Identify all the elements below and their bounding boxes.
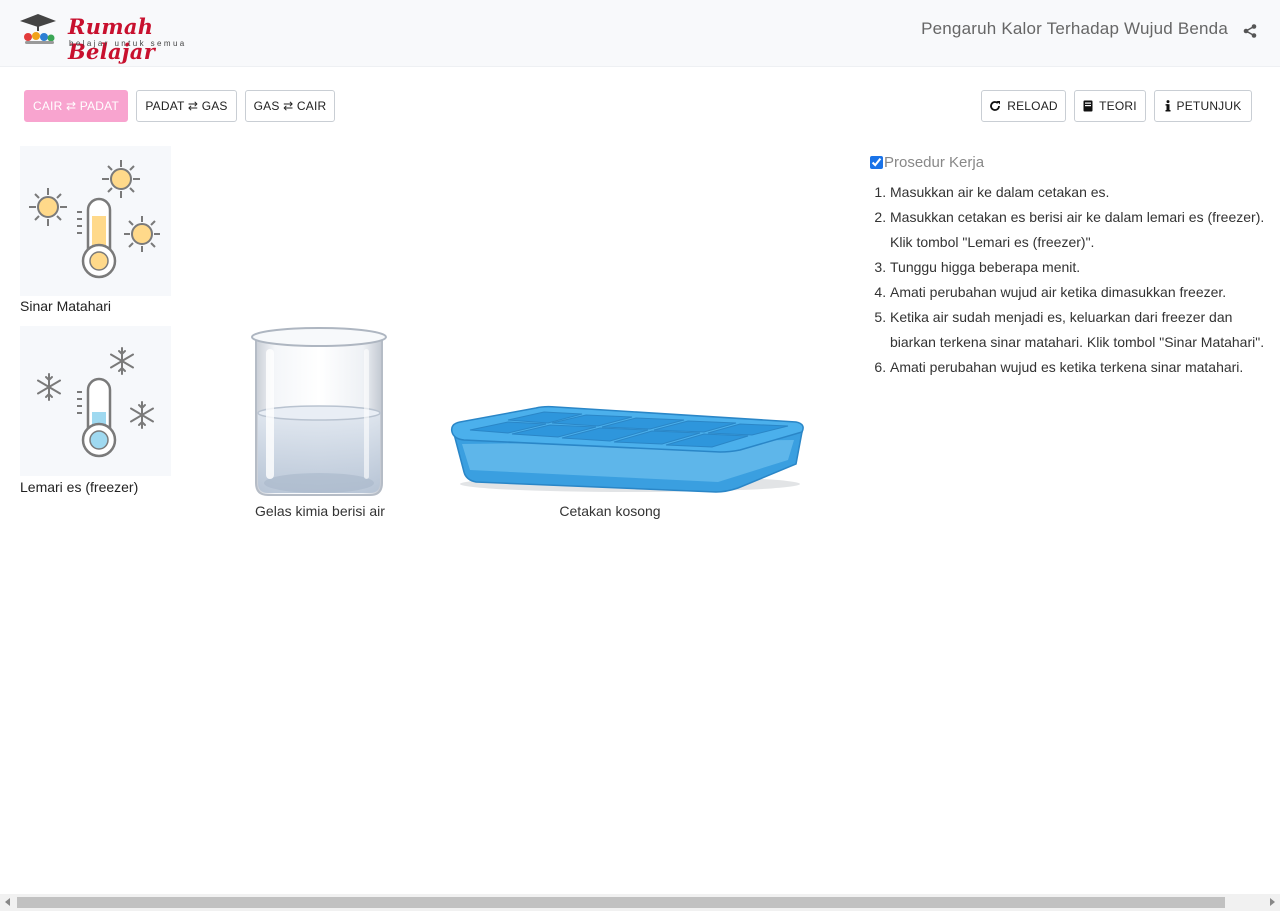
rumah-belajar-logo[interactable]: Rumah Belajar belajar untuk semua bbox=[18, 12, 198, 64]
horizontal-scrollbar[interactable] bbox=[0, 894, 1280, 911]
share-icon[interactable] bbox=[1242, 23, 1258, 39]
sun-tool[interactable] bbox=[20, 146, 171, 296]
teori-button[interactable]: TEORI bbox=[1074, 90, 1146, 122]
tray-label: Cetakan kosong bbox=[559, 503, 661, 519]
petunjuk-button[interactable]: PETUNJUK bbox=[1154, 90, 1252, 122]
tab-label: GAS ⇄ CAIR bbox=[253, 99, 327, 113]
beaker-with-water[interactable] bbox=[248, 323, 390, 499]
tab-label: CAIR ⇄ PADAT bbox=[32, 99, 120, 113]
app-header: Rumah Belajar belajar untuk semua Pengar… bbox=[0, 0, 1280, 67]
book-icon bbox=[1083, 100, 1093, 112]
reload-icon bbox=[989, 100, 1001, 112]
reload-label: RELOAD bbox=[1007, 99, 1058, 113]
tab-gas-cair[interactable]: GAS ⇄ CAIR bbox=[245, 90, 335, 122]
procedure-title: Prosedur Kerja bbox=[884, 153, 985, 171]
beaker-label: Gelas kimia berisi air bbox=[255, 503, 385, 519]
page-title: Pengaruh Kalor Terhadap Wujud Benda bbox=[921, 19, 1228, 38]
freezer-tool[interactable] bbox=[20, 326, 171, 476]
logo-mark-icon bbox=[20, 14, 56, 44]
procedure-toggle-checkbox[interactable] bbox=[870, 155, 883, 169]
sun-tool-label: Sinar Matahari bbox=[20, 298, 112, 314]
procedure-step: Amati perubahan wujud es ketika terkena … bbox=[890, 355, 1270, 380]
procedure-step: Masukkan cetakan es berisi air ke dalam … bbox=[890, 205, 1270, 255]
tab-cair-padat[interactable]: CAIR ⇄ PADAT bbox=[24, 90, 128, 122]
procedure-step: Masukkan air ke dalam cetakan es. bbox=[890, 180, 1270, 205]
logo-tagline: belajar untuk semua bbox=[69, 39, 187, 48]
procedure-step: Tunggu higga beberapa menit. bbox=[890, 255, 1270, 280]
procedure-panel: Prosedur Kerja Masukkan air ke dalam cet… bbox=[870, 152, 1270, 380]
freezer-tool-label: Lemari es (freezer) bbox=[20, 479, 139, 495]
freezer-thermometer-icon bbox=[37, 347, 154, 458]
teori-label: TEORI bbox=[1099, 99, 1137, 113]
procedure-steps: Masukkan air ke dalam cetakan es. Masukk… bbox=[870, 180, 1270, 380]
procedure-header[interactable]: Prosedur Kerja bbox=[870, 152, 1270, 172]
tab-padat-gas[interactable]: PADAT ⇄ GAS bbox=[136, 90, 237, 122]
scrollbar-thumb[interactable] bbox=[17, 897, 1225, 908]
tab-label: PADAT ⇄ GAS bbox=[145, 99, 228, 113]
procedure-step: Ketika air sudah menjadi es, keluarkan d… bbox=[890, 305, 1270, 355]
scroll-left-arrow-icon[interactable] bbox=[5, 898, 10, 906]
petunjuk-label: PETUNJUK bbox=[1176, 99, 1242, 113]
empty-ice-tray[interactable] bbox=[448, 402, 808, 498]
reload-button[interactable]: RELOAD bbox=[981, 90, 1066, 122]
procedure-step: Amati perubahan wujud air ketika dimasuk… bbox=[890, 280, 1270, 305]
info-icon bbox=[1165, 100, 1171, 112]
sun-thermometer-icon bbox=[29, 160, 160, 279]
scroll-right-arrow-icon[interactable] bbox=[1270, 898, 1275, 906]
